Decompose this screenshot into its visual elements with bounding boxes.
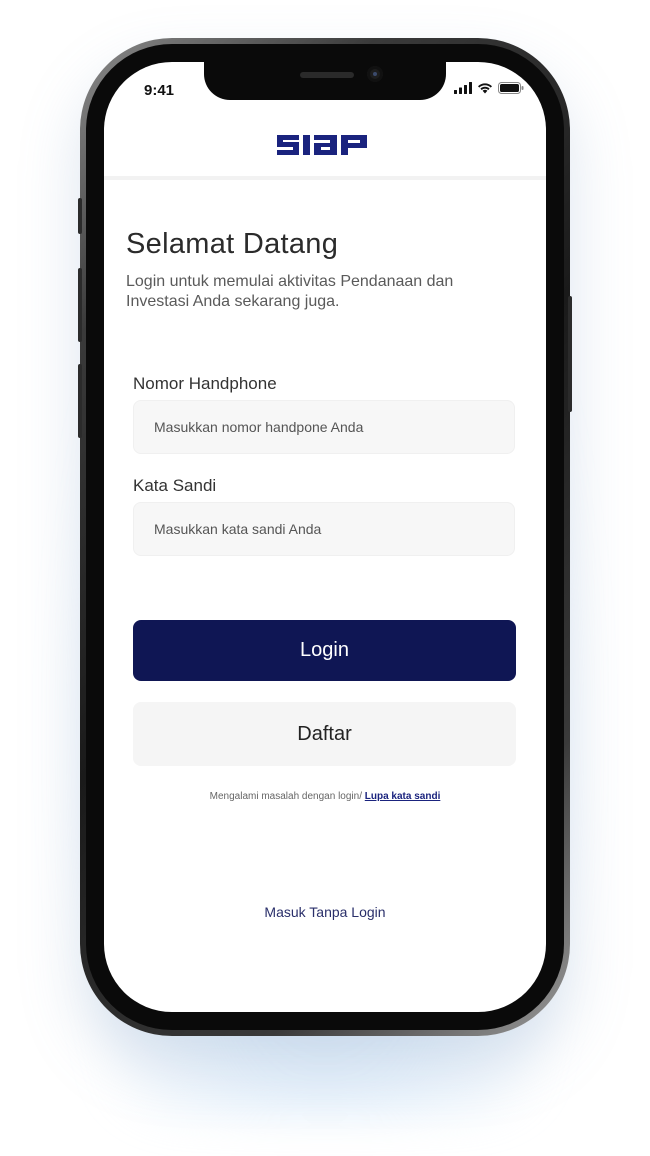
phone-placeholder: Masukkan nomor handpone Anda bbox=[154, 419, 364, 435]
guest-login-link[interactable]: Masuk Tanpa Login bbox=[104, 904, 546, 920]
volume-down-button bbox=[78, 364, 82, 438]
status-icons bbox=[454, 82, 524, 94]
battery-icon bbox=[498, 82, 524, 94]
camera-icon bbox=[367, 66, 383, 82]
password-placeholder: Masukkan kata sandi Anda bbox=[154, 521, 322, 537]
phone-label: Nomor Handphone bbox=[133, 374, 277, 393]
volume-up-button bbox=[78, 268, 82, 342]
welcome-subtitle: Login untuk memulai aktivitas Pendanaan … bbox=[126, 273, 454, 310]
power-button bbox=[568, 296, 572, 412]
register-button[interactable]: Daftar bbox=[133, 702, 516, 766]
phone-input[interactable]: Masukkan nomor handpone Anda bbox=[133, 400, 515, 454]
siap-logo bbox=[275, 132, 375, 163]
status-time: 9:41 bbox=[144, 82, 175, 99]
password-input[interactable]: Masukkan kata sandi Anda bbox=[133, 502, 515, 556]
speaker-grille bbox=[300, 72, 354, 78]
forgot-password-link[interactable]: Lupa kata sandi bbox=[365, 791, 441, 802]
logo-mark bbox=[277, 135, 367, 155]
welcome-title: Selamat Datang bbox=[126, 228, 339, 260]
password-label: Kata Sandi bbox=[133, 476, 217, 495]
wifi-icon bbox=[478, 83, 492, 94]
help-text: Mengalami masalah dengan login/ bbox=[209, 791, 365, 802]
cellular-signal-icon bbox=[454, 82, 472, 94]
login-button[interactable]: Login bbox=[133, 620, 516, 681]
login-help: Mengalami masalah dengan login/ Lupa kat… bbox=[104, 791, 546, 802]
app-screen: siap 9:41 Selamat bbox=[104, 62, 546, 1012]
stage: siap 9:41 Selamat bbox=[0, 0, 650, 1156]
phone-notch bbox=[204, 62, 446, 100]
silent-switch bbox=[78, 198, 82, 234]
